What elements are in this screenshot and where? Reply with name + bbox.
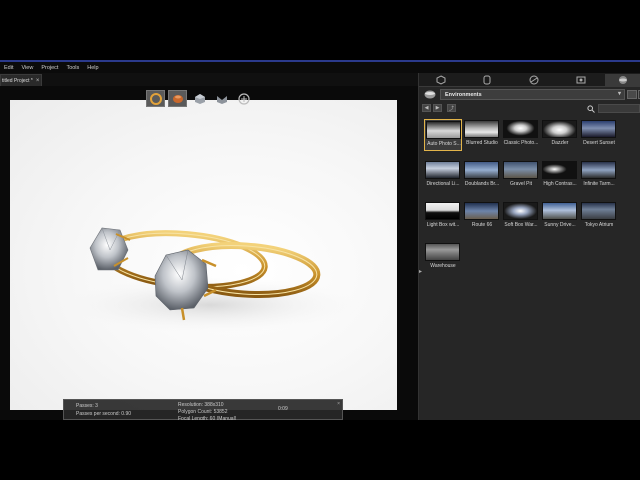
- environment-preview-image: [464, 120, 499, 138]
- menu-tools[interactable]: Tools: [66, 65, 79, 71]
- tab-materials-icon[interactable]: [467, 74, 507, 86]
- environment-preview-image: [542, 202, 577, 220]
- environment-thumbnail[interactable]: Sunny Drive...: [541, 201, 579, 233]
- environment-preview-image: [464, 161, 499, 179]
- geometry-icon[interactable]: [190, 90, 209, 107]
- up-folder-icon[interactable]: ⤴: [447, 104, 456, 112]
- library-dropdown-value: Environments: [445, 91, 482, 98]
- camera-icon[interactable]: [212, 90, 231, 107]
- environment-preview-image: [425, 161, 460, 179]
- hud-passes: Passes: 3: [76, 403, 98, 409]
- environment-thumbnail-label: Desert Sunset: [583, 140, 615, 146]
- environment-thumbnail[interactable]: Infinite Tarm...: [580, 160, 618, 192]
- menu-help[interactable]: Help: [87, 65, 98, 71]
- environment-preview-image: [425, 243, 460, 261]
- hud-polygon-count: Polygon Count: 53852: [178, 409, 228, 415]
- environment-thumbnail-label: Dazzler: [551, 140, 569, 146]
- environment-thumbnail[interactable]: Classic Photo...: [502, 119, 540, 151]
- environment-thumbnail[interactable]: Tokyo Atrium: [580, 201, 618, 233]
- environment-thumbnail-label: Light Box wit...: [426, 222, 460, 228]
- environment-thumbnail[interactable]: Light Box wit...: [424, 201, 462, 233]
- environment-preview-image: [581, 161, 616, 179]
- grid-view-icon[interactable]: [627, 90, 637, 99]
- bottom-black-area: [0, 420, 640, 480]
- tab-models-icon[interactable]: [421, 74, 461, 86]
- environment-thumbnail-label: Warehouse: [430, 263, 456, 269]
- environment-thumbnail-label: Route 66: [471, 222, 493, 228]
- tab-backplates-icon[interactable]: [561, 74, 601, 86]
- back-icon[interactable]: ◀: [422, 104, 431, 112]
- search-row: [587, 104, 640, 114]
- menu-project[interactable]: Project: [41, 65, 58, 71]
- environment-preview-image: [426, 121, 461, 139]
- environment-thumbnail-label: Infinite Tarm...: [583, 181, 615, 187]
- environment-thumbnail[interactable]: Soft Box War...: [502, 201, 540, 233]
- top-black-strip: [0, 0, 640, 60]
- environment-preview-image: [503, 161, 538, 179]
- environment-preview-image: [503, 202, 538, 220]
- viewport-toolbar: [146, 90, 253, 107]
- library-panel: Environments ▾ ◀ ▶ ⤴ Auto Photo S... Blur…: [418, 73, 640, 420]
- forward-icon[interactable]: ▶: [433, 104, 442, 112]
- environment-thumbnail-label: Blurred Studio: [466, 140, 498, 146]
- close-tab-icon[interactable]: ×: [36, 78, 40, 84]
- environment-thumbnail[interactable]: Blurred Studio: [463, 119, 501, 151]
- material-mode-icon[interactable]: [168, 90, 187, 107]
- environment-thumbnail-label: Gravel Pit: [510, 181, 532, 187]
- render-mode-icon[interactable]: [146, 90, 165, 107]
- environment-thumbnail[interactable]: Route 66: [463, 201, 501, 233]
- hud-resolution: Resolution: 388x310: [178, 402, 224, 408]
- environment-preview-image: [542, 120, 577, 138]
- environment-thumbnail[interactable]: Desert Sunset: [580, 119, 618, 151]
- search-input[interactable]: [598, 104, 640, 113]
- document-tab-row: titled Project * ×: [0, 73, 418, 86]
- ring-render: [60, 227, 360, 333]
- environment-thumbnail-label: Tokyo Atrium: [584, 222, 614, 228]
- environment-sphere-icon: [424, 90, 436, 99]
- expand-panel-icon[interactable]: ▸: [419, 268, 422, 275]
- environment-thumbnail-label: Auto Photo S...: [427, 141, 461, 147]
- environment-preview-image: [581, 202, 616, 220]
- environment-thumbnail[interactable]: Doublands Br...: [463, 160, 501, 192]
- environment-preview-image: [542, 161, 577, 179]
- environment-thumbnail-label: Classic Photo...: [503, 140, 539, 146]
- environment-preview-image: [425, 202, 460, 220]
- environment-thumbnail[interactable]: Auto Photo S...: [424, 119, 462, 151]
- environment-thumbnail-label: Sunny Drive...: [544, 222, 576, 228]
- hud-collapse-icon[interactable]: ×: [337, 401, 340, 407]
- environment-preview-image: [503, 120, 538, 138]
- environment-preview-image: [464, 202, 499, 220]
- menu-view[interactable]: View: [21, 65, 33, 71]
- hud-time: 0:09: [278, 406, 288, 412]
- document-tab-title: titled Project *: [2, 77, 33, 84]
- environment-thumbnail-label: High Contras...: [543, 181, 577, 187]
- environment-thumbnail[interactable]: High Contras...: [541, 160, 579, 192]
- chevron-down-icon: ▾: [617, 91, 621, 97]
- library-selector-row: Environments ▾: [422, 89, 640, 101]
- tab-environments-icon[interactable]: [605, 74, 640, 86]
- light-icon[interactable]: [234, 90, 253, 107]
- menu-edit[interactable]: Edit: [4, 65, 13, 71]
- environment-thumbnail-label: Directional Li...: [426, 181, 460, 187]
- environment-thumbnail-label: Doublands Br...: [464, 181, 500, 187]
- search-icon: [587, 105, 595, 113]
- environment-preview-image: [581, 120, 616, 138]
- tab-colors-icon[interactable]: [514, 74, 554, 86]
- environment-thumbnail[interactable]: Dazzler: [541, 119, 579, 151]
- environment-thumbnail[interactable]: Warehouse: [424, 242, 462, 274]
- hud-passes-per-second: Passes per second: 0.90: [76, 411, 132, 417]
- library-dropdown[interactable]: Environments ▾: [440, 89, 625, 100]
- library-tabs: [419, 73, 640, 87]
- menu-bar: Edit View Project Tools Help: [0, 62, 640, 73]
- document-tab[interactable]: titled Project * ×: [0, 74, 42, 86]
- environment-thumbnail[interactable]: Directional Li...: [424, 160, 462, 192]
- render-viewport[interactable]: [10, 100, 397, 410]
- environment-thumbnail[interactable]: Gravel Pit: [502, 160, 540, 192]
- environment-thumbnail-label: Soft Box War...: [504, 222, 538, 228]
- render-stats-overlay: Passes: 3 Passes per second: 0.90 Resolu…: [63, 399, 343, 420]
